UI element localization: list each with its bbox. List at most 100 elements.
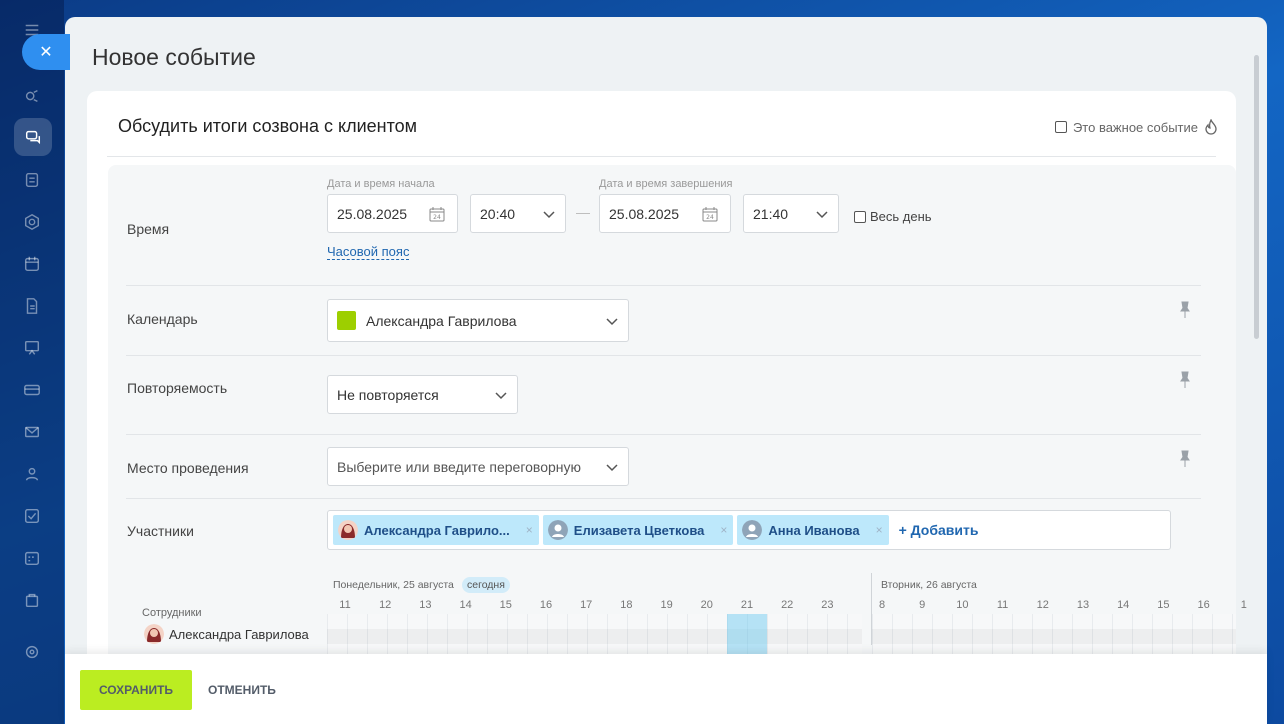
remove-attendee-icon[interactable]: ×	[526, 523, 533, 537]
app-sidebar	[0, 0, 64, 724]
repeat-label: Повторяемость	[127, 380, 228, 396]
checkbox-icon[interactable]	[22, 506, 42, 526]
add-attendee-link[interactable]: + Добавить	[899, 522, 979, 538]
hour-label: 9	[919, 599, 926, 611]
end-date-field[interactable]: 25.08.2025 24	[599, 194, 731, 233]
close-icon: ✕	[39, 44, 53, 61]
calendar-picker-icon[interactable]: 24	[429, 206, 445, 222]
presentation-icon[interactable]	[22, 338, 42, 358]
start-date-field[interactable]: 25.08.2025 24	[327, 194, 458, 233]
location-select[interactable]: Выберите или введите переговорную	[327, 447, 629, 486]
hour-label: 13	[419, 599, 432, 611]
location-placeholder: Выберите или введите переговорную	[337, 458, 582, 475]
cancel-button[interactable]: ОТМЕНИТЬ	[208, 670, 276, 710]
settings-icon[interactable]	[22, 212, 42, 232]
crm-icon[interactable]	[22, 86, 42, 106]
attendees-field[interactable]: Александра Гаврило... × Елизавета Цветко…	[327, 510, 1171, 550]
end-time-value: 21:40	[753, 205, 789, 222]
hour-label: 10	[956, 599, 969, 611]
repeat-select[interactable]: Не повторяется	[327, 375, 518, 414]
pin-icon[interactable]	[1179, 301, 1191, 319]
calendar-picker-icon[interactable]: 24	[702, 206, 718, 222]
start-date-value: 25.08.2025	[337, 205, 408, 222]
end-time-select[interactable]: 21:40	[743, 194, 839, 233]
hour-label: 16	[1197, 599, 1210, 611]
fire-icon	[1205, 119, 1217, 135]
hour-label: 11	[996, 599, 1009, 611]
avatar	[144, 624, 164, 644]
calendar-color-swatch	[337, 311, 356, 330]
attendee-name: Елизавета Цветкова	[573, 522, 705, 538]
pin-icon[interactable]	[1179, 371, 1191, 389]
planner-grid-day2[interactable]	[872, 614, 1236, 654]
repeat-value: Не повторяется	[337, 386, 439, 403]
event-details-form: Время Дата и время начала 25.08.2025 24 …	[108, 165, 1247, 715]
selected-time-slot[interactable]	[727, 614, 767, 654]
tasks-icon[interactable]	[22, 170, 42, 190]
divider	[107, 156, 1216, 157]
event-slider-panel: Новое событие Обсудить итоги созвона с к…	[65, 17, 1267, 724]
page-title: Новое событие	[92, 44, 256, 70]
employees-label: Сотрудники	[142, 607, 202, 619]
planner-day-label: Понедельник, 25 августа	[333, 579, 454, 591]
hour-label: 14	[1117, 599, 1130, 611]
divider	[126, 355, 1201, 356]
hour-label: 8	[878, 599, 886, 611]
scrollbar[interactable]	[1254, 55, 1259, 339]
important-event-toggle[interactable]: Это важное событие	[1054, 119, 1218, 135]
hour-label: 15	[1157, 599, 1170, 611]
remove-attendee-icon[interactable]: ×	[720, 523, 727, 537]
divider	[126, 498, 1201, 499]
start-time-select[interactable]: 20:40	[470, 194, 566, 233]
timezone-link[interactable]: Часовой пояс	[327, 244, 410, 260]
hour-label: 23	[821, 599, 834, 611]
avatar	[742, 520, 763, 540]
attendee-chip[interactable]: Елизавета Цветкова ×	[542, 515, 734, 545]
important-checkbox[interactable]	[1054, 121, 1067, 133]
hour-label: 19	[660, 599, 673, 611]
form-footer: СОХРАНИТЬ ОТМЕНИТЬ	[65, 654, 1267, 724]
gear-icon[interactable]	[22, 642, 42, 662]
mail-icon[interactable]	[22, 422, 42, 442]
attendee-chip[interactable]: Анна Иванова ×	[737, 515, 889, 545]
attendee-chip[interactable]: Александра Гаврило... ×	[333, 515, 539, 545]
close-button[interactable]: ✕	[22, 34, 70, 70]
avatar	[547, 520, 568, 540]
all-day-checkbox[interactable]	[854, 210, 866, 223]
hour-label: 17	[580, 599, 593, 611]
hour-label: 12	[1036, 599, 1049, 611]
store-icon[interactable]	[22, 590, 42, 610]
svg-text:24: 24	[433, 214, 441, 221]
start-label: Дата и время начала	[327, 178, 435, 190]
hour-label: 21	[740, 599, 754, 611]
svg-text:24: 24	[706, 214, 714, 221]
planner-row	[872, 629, 1236, 644]
document-icon[interactable]	[22, 296, 42, 316]
planner-icon[interactable]	[22, 548, 42, 568]
all-day-toggle[interactable]: Весь день	[854, 209, 932, 224]
chevron-down-icon	[543, 211, 555, 219]
event-name-input[interactable]: Обсудить итоги созвона с клиентом	[118, 116, 417, 137]
chevron-down-icon	[495, 392, 507, 400]
save-button[interactable]: СОХРАНИТЬ	[80, 670, 192, 710]
chevron-down-icon	[606, 464, 618, 472]
important-label: Это важное событие	[1072, 119, 1198, 135]
calendar-select[interactable]: Александра Гаврилова	[327, 299, 629, 342]
hour-label: 1	[1240, 599, 1247, 611]
time-label: Время	[127, 221, 170, 237]
attendee-name: Анна Иванова	[768, 522, 860, 538]
divider	[126, 285, 1201, 286]
pin-icon[interactable]	[1179, 450, 1191, 468]
contacts-icon[interactable]	[22, 464, 42, 484]
card-icon[interactable]	[22, 380, 42, 400]
hour-label: 12	[379, 599, 392, 611]
location-label: Место проведения	[127, 460, 249, 476]
employee-name: Александра Гаврилова	[169, 626, 309, 642]
avatar	[338, 520, 358, 540]
remove-attendee-icon[interactable]: ×	[876, 523, 883, 537]
planner-day-label: Вторник, 26 августа	[881, 579, 977, 591]
calendar-icon[interactable]	[22, 254, 42, 274]
chevron-down-icon	[606, 318, 618, 326]
chat-icon[interactable]	[14, 118, 52, 156]
planner-grid-day1[interactable]	[327, 614, 862, 654]
